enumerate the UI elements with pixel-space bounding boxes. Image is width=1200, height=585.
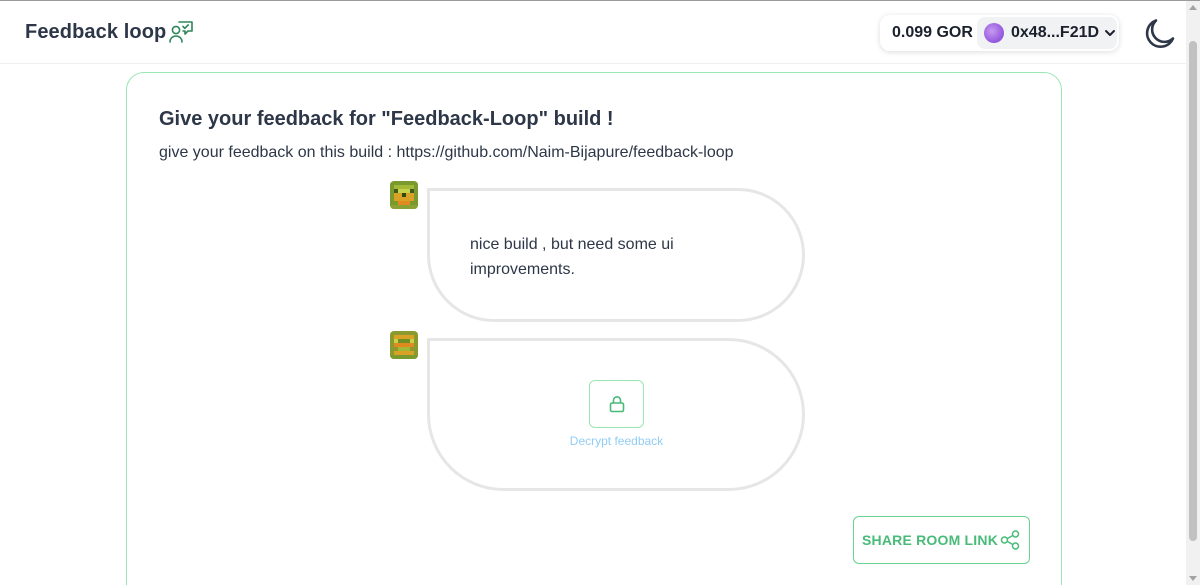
- moon-icon[interactable]: [1142, 16, 1178, 52]
- account-avatar: [984, 23, 1004, 43]
- feedback-message-text: nice build , but need some ui improvemen…: [470, 236, 674, 278]
- brand[interactable]: Feedback loop: [25, 20, 194, 45]
- room-title: Give your feedback for "Feedback-Loop" b…: [159, 108, 614, 130]
- user-avatar: [390, 331, 418, 359]
- scroll-thumb[interactable]: [1189, 41, 1197, 541]
- account-button[interactable]: 0x48...F21D: [977, 17, 1117, 49]
- chevron-down-icon: [1105, 30, 1116, 36]
- share-icon: [1000, 530, 1020, 550]
- encrypted-feedback-message: Decrypt feedback: [427, 338, 805, 491]
- user-avatar: [390, 181, 418, 209]
- scroll-down-arrow[interactable]: [1189, 576, 1197, 581]
- feedback-room-card: Give your feedback for "Feedback-Loop" b…: [126, 72, 1062, 585]
- lock-icon: [609, 396, 624, 413]
- wallet-balance: 0.099 GOR: [892, 24, 973, 41]
- account-address: 0x48...F21D: [1011, 24, 1100, 41]
- scroll-up-arrow[interactable]: [1189, 5, 1197, 10]
- share-room-link-button[interactable]: SHARE ROOM LINK: [853, 516, 1030, 564]
- room-description: give your feedback on this build : https…: [159, 144, 734, 161]
- decrypt-feedback-label: Decrypt feedback: [569, 434, 664, 448]
- wallet-widget: 0.099 GOR 0x48...F21D: [880, 15, 1119, 51]
- page-scrollbar[interactable]: [1186, 1, 1200, 585]
- app-header: Feedback loop 0.099 GOR 0x48...F21D: [0, 1, 1186, 64]
- feedback-message: nice build , but need some ui improvemen…: [427, 188, 805, 322]
- brand-title: Feedback loop: [25, 21, 167, 43]
- share-room-link-label: SHARE ROOM LINK: [862, 532, 998, 548]
- feedback-people-icon: [169, 21, 194, 43]
- decrypt-feedback-button[interactable]: [589, 380, 644, 428]
